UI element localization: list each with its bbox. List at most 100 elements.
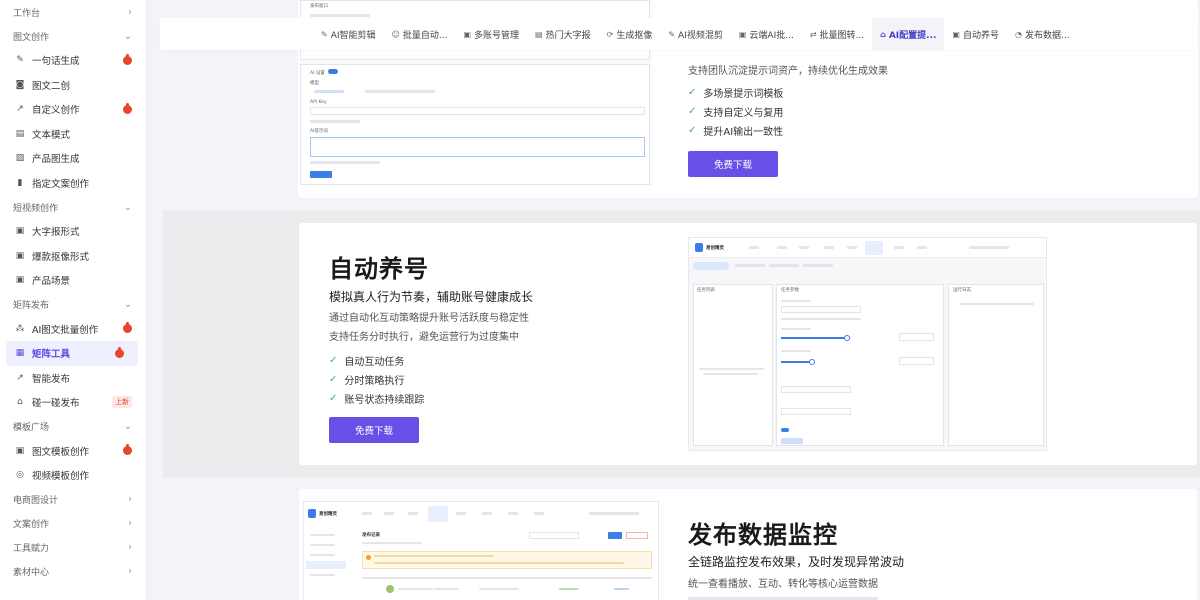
sidebar-group-label: 工作台 xyxy=(13,8,41,19)
sidebar-item[interactable]: ◎ 视频模板创作 xyxy=(0,463,146,488)
share-icon: ↗ xyxy=(16,104,24,115)
tab-label: AI配置提... xyxy=(888,30,937,41)
sidebar-item[interactable]: ▣ 图文模板创作 xyxy=(0,439,146,464)
list-item: ✓ 自动互动任务 xyxy=(329,355,405,368)
mock-panel-2: 任务参数 xyxy=(781,288,799,293)
tab-label: 批量自动... xyxy=(402,30,448,41)
mock-header: 发布窗口 xyxy=(310,4,328,9)
chevron-down-icon: ⌄ xyxy=(123,421,132,432)
file-icon: ▮ xyxy=(17,177,23,188)
sidebar-item[interactable]: ▨ 产品图生成 xyxy=(0,146,146,171)
sidebar-item-label: 一句话生成 xyxy=(32,56,80,68)
hot-icon xyxy=(123,53,132,65)
sidebar-group[interactable]: 工具赋力 › xyxy=(0,536,146,560)
sidebar-item[interactable]: ▤ 文本模式 xyxy=(0,122,146,147)
sidebar-item-label: 指定文案创作 xyxy=(32,178,90,190)
monitor-title: 发布数据监控 xyxy=(688,521,838,549)
frame-icon: ▣ xyxy=(15,226,25,237)
tab-item[interactable]: ⇄ 批量图转... xyxy=(802,18,872,50)
sidebar-item-label: 碰一碰发布 xyxy=(32,398,80,410)
download-button[interactable]: 免费下载 xyxy=(329,417,419,443)
prompt-feature-list: ✓ 多场景提示词模板 ✓ 支持自定义与复用 ✓ 提升AI输出一致性 xyxy=(688,83,783,140)
sidebar-item[interactable]: ⁂ AI图文批量创作 xyxy=(0,317,146,342)
mock-save-button xyxy=(310,171,332,178)
list-item: ✓ 账号状态持续跟踪 xyxy=(329,393,425,406)
tab-item[interactable]: ⌂ AI配置提... xyxy=(872,18,945,50)
tab-item[interactable]: ▣ 自动养号 xyxy=(944,18,1007,50)
tab-label: 热门大字报 xyxy=(545,30,591,41)
sidebar-item[interactable]: ◙ 图文二创 xyxy=(0,73,146,98)
sidebar-item-label: 产品图生成 xyxy=(32,154,80,166)
tab-item[interactable]: ☺ 批量自动... xyxy=(384,18,456,50)
tab-item[interactable]: ⟳ 生成抠像 xyxy=(599,18,661,50)
mock-field2: AI提示词 xyxy=(310,129,328,134)
sidebar-group[interactable]: 矩阵发布 ⌄ xyxy=(0,293,146,317)
tab-icon: ◔ xyxy=(1015,29,1022,39)
nurture-subtitle: 模拟真人行为节奏，辅助账号健康成长 xyxy=(329,290,534,304)
pen-icon: ✎ xyxy=(16,55,24,66)
tab-label: 生成抠像 xyxy=(616,30,653,41)
check-icon: ✓ xyxy=(329,393,338,404)
download-button[interactable]: 免费下载 xyxy=(688,151,778,177)
tab-label: AI智能剪辑 xyxy=(330,30,376,41)
sidebar-item[interactable]: ↗ 智能发布 xyxy=(0,366,146,391)
sidebar: 工作台 › 图文创作 ⌄ ✎ 一句话生成 ◙ 图文二创 ↗ 自定义创作 ▤ 文本模式 ▨ 产品图生成 ▮ 指定… xyxy=(0,0,147,600)
check-icon: ✓ xyxy=(329,355,338,366)
sidebar-item[interactable]: ✎ 一句话生成 xyxy=(0,48,146,73)
sidebar-item-label: 文本模式 xyxy=(32,129,71,141)
sidebar-group[interactable]: 电商图设计 › xyxy=(0,488,146,512)
chevron-down-icon: ⌄ xyxy=(123,30,132,42)
mock-app-name: 易创精灵 xyxy=(319,512,337,517)
main-content: 发布窗口 AI 设置 模型 API Key AI提示词 支持团队沉淀提示词资产，… xyxy=(148,0,1200,600)
sidebar-group[interactable]: 模板广场 ⌄ xyxy=(0,415,146,439)
sidebar-group-label: 矩阵发布 xyxy=(13,301,50,311)
sidebar-group[interactable]: 素材中心 › xyxy=(0,560,146,584)
sidebar-group[interactable]: 文案创作 › xyxy=(0,512,146,536)
feature-card-monitor: 易创精灵 发布记录 发布数据监控 全链路监控发布效果，及时发现异常波动 统一查看… xyxy=(299,489,1197,600)
hot-icon xyxy=(123,322,132,334)
home-icon: ⌂ xyxy=(17,397,23,408)
sidebar-group-label: 图文创作 xyxy=(13,32,50,43)
network-icon: ⁂ xyxy=(15,323,25,334)
sidebar-item[interactable]: ▮ 指定文案创作 xyxy=(0,171,146,196)
tab-icon: ⇄ xyxy=(809,29,817,39)
sidebar-group[interactable]: 短视频创作 ⌄ xyxy=(0,195,146,219)
tab-icon: ✎ xyxy=(668,29,676,39)
sidebar-item-label: 爆款抠像形式 xyxy=(32,251,90,263)
mock-panel-1: 任务列表 xyxy=(697,288,715,293)
sidebar-item[interactable]: ⌂ 碰一碰发布 上新 xyxy=(0,390,146,415)
sidebar-item[interactable]: ▣ 大字报形式 xyxy=(0,219,146,244)
tab-label: 发布数据... xyxy=(1024,30,1070,41)
tab-item[interactable]: ✎ AI智能剪辑 xyxy=(313,18,384,50)
mock-app-name: 易创精灵 xyxy=(706,246,724,251)
tab-item[interactable]: ▣ 云端AI批... xyxy=(731,18,802,50)
sidebar-item[interactable]: ▣ 产品场景 xyxy=(0,268,146,293)
mock-toggle-label: AI 设置 xyxy=(310,71,325,76)
nurture-desc-2: 支持任务分时执行，避免运营行为过度集中 xyxy=(329,332,519,343)
tab-item[interactable]: ◔ 发布数据... xyxy=(1007,18,1078,50)
sidebar-item[interactable]: ▣ 爆款抠像形式 xyxy=(0,244,146,269)
new-badge: 上新 xyxy=(112,396,132,409)
sidebar-item-label: 智能发布 xyxy=(32,373,71,385)
monitor-subtitle: 全链路监控发布效果，及时发现异常波动 xyxy=(688,555,905,569)
sidebar-group[interactable]: 图文创作 ⌄ xyxy=(0,24,146,48)
sidebar-item-label: AI图文批量创作 xyxy=(32,324,99,336)
mock-field1: API Key xyxy=(310,100,327,105)
sidebar-group[interactable]: 工作台 › xyxy=(0,0,146,24)
sidebar-item-label: 图文模板创作 xyxy=(32,446,90,458)
chevron-down-icon: ⌄ xyxy=(123,299,132,310)
monitor-desc-1: 统一查看播放、互动、转化等核心运营数据 xyxy=(688,579,878,590)
grid-icon: ▦ xyxy=(15,348,25,359)
sidebar-group-label: 工具赋力 xyxy=(13,544,50,554)
frame-icon: ▣ xyxy=(15,275,25,286)
sidebar-item[interactable]: ▦ 矩阵工具 xyxy=(6,341,138,366)
tab-item[interactable]: ▤ 热门大字报 xyxy=(527,18,599,50)
sidebar-item[interactable]: ↗ 自定义创作 xyxy=(0,97,146,122)
tab-label: 批量图转... xyxy=(819,30,865,41)
tab-item[interactable]: ✎ AI视频混剪 xyxy=(660,18,731,50)
monitor-screenshot: 易创精灵 发布记录 xyxy=(303,501,659,600)
tab-label: 云端AI批... xyxy=(749,30,794,41)
feature-card-nurture: 自动养号 模拟真人行为节奏，辅助账号健康成长 通过自动化互动策略提升账号活跃度与… xyxy=(299,223,1197,465)
tab-item[interactable]: ▣ 多账号管理 xyxy=(455,18,527,50)
check-icon: ✓ xyxy=(688,125,697,136)
